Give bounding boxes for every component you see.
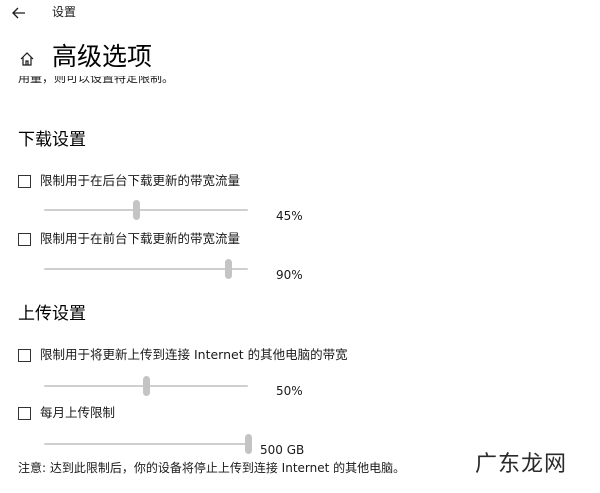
slider-thumb[interactable] bbox=[224, 259, 232, 279]
home-button[interactable] bbox=[14, 46, 40, 72]
monthly-upload-slider[interactable] bbox=[44, 434, 252, 454]
limit-foreground-download-checkbox[interactable]: 限制用于在前台下载更新的带宽流量 bbox=[18, 230, 240, 248]
window-title: 设置 bbox=[52, 5, 77, 19]
checkbox-label: 限制用于在后台下载更新的带宽流量 bbox=[40, 173, 241, 188]
background-download-slider[interactable] bbox=[44, 200, 248, 220]
background-download-value: 45% bbox=[276, 209, 303, 223]
home-icon bbox=[20, 52, 34, 66]
upload-limit-note: 注意: 达到此限制后，你的设备将停止上传到连接 Internet 的其他电脑。 bbox=[18, 461, 406, 475]
checkbox-box[interactable] bbox=[18, 232, 31, 246]
monthly-upload-limit-checkbox[interactable]: 每月上传限制 bbox=[18, 404, 115, 422]
checkbox-box[interactable] bbox=[18, 174, 31, 188]
limit-upload-bandwidth-checkbox[interactable]: 限制用于将更新上传到连接 Internet 的其他电脑的带宽 bbox=[18, 346, 348, 364]
upload-bandwidth-value: 50% bbox=[276, 384, 303, 398]
limit-background-download-checkbox[interactable]: 限制用于在后台下载更新的带宽流量 bbox=[18, 172, 240, 190]
back-button[interactable] bbox=[6, 2, 32, 24]
checkbox-label: 限制用于将更新上传到连接 Internet 的其他电脑的带宽 bbox=[40, 347, 348, 362]
download-settings-heading: 下载设置 bbox=[18, 130, 86, 150]
back-arrow-icon bbox=[12, 7, 25, 19]
slider-track[interactable] bbox=[44, 268, 248, 270]
foreground-download-slider[interactable] bbox=[44, 259, 248, 279]
truncated-description: 用量，则可以设置特定限制。 bbox=[18, 76, 175, 85]
slider-track[interactable] bbox=[44, 443, 248, 445]
checkbox-box[interactable] bbox=[18, 348, 31, 362]
slider-thumb[interactable] bbox=[143, 376, 150, 396]
upload-bandwidth-slider[interactable] bbox=[44, 376, 248, 396]
foreground-download-value: 90% bbox=[276, 268, 303, 282]
monthly-upload-value: 500 GB bbox=[260, 443, 305, 457]
checkbox-label: 限制用于在前台下载更新的带宽流量 bbox=[40, 231, 241, 246]
slider-thumb[interactable] bbox=[132, 200, 140, 220]
checkbox-label: 每月上传限制 bbox=[40, 405, 116, 420]
watermark: 广东龙网 bbox=[475, 452, 568, 477]
checkbox-box[interactable] bbox=[18, 406, 31, 420]
slider-track[interactable] bbox=[44, 209, 248, 211]
slider-thumb[interactable] bbox=[245, 434, 252, 454]
page-title: 高级选项 bbox=[52, 42, 153, 71]
upload-settings-heading: 上传设置 bbox=[18, 304, 86, 324]
